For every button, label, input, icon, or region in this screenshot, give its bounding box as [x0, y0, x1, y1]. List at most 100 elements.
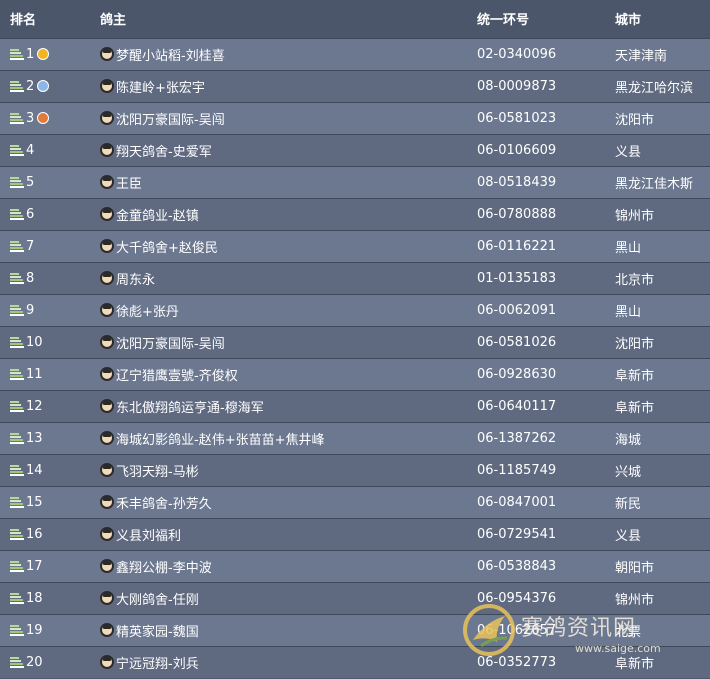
rank-bars-icon	[10, 432, 24, 444]
rank-cell: 18	[0, 582, 87, 614]
avatar-icon	[100, 335, 114, 349]
table-row: 19 精英家园-魏国 06-1062657 北票	[0, 614, 710, 646]
avatar-icon	[100, 431, 114, 445]
ring-cell: 01-0135183	[477, 270, 557, 286]
rank-value: 11	[26, 366, 43, 382]
rank-cell: 9	[0, 294, 87, 326]
rank-value: 14	[26, 462, 43, 478]
avatar-icon	[100, 207, 114, 221]
owner-cell: 海城幻影鸽业-赵伟+张苗苗+焦井峰	[87, 422, 475, 454]
city-cell: 黑龙江佳木斯	[615, 176, 694, 192]
rank-value: 3	[26, 110, 35, 126]
table-row: 14 飞羽天翔-马彬 06-1185749 兴城	[0, 454, 710, 486]
owner-cell: 大刚鸽舍-任刚	[87, 582, 475, 614]
table-row: 17 鑫翔公棚-李中波 06-0538843 朝阳市	[0, 550, 710, 582]
city-cell: 新民	[615, 496, 642, 512]
owner-name: 翔天鸽舍-史爱军	[116, 144, 212, 160]
city-cell: 义县	[615, 144, 642, 160]
city-cell: 黑山	[615, 240, 642, 256]
rank-bars-icon	[10, 336, 24, 348]
avatar-icon	[100, 271, 114, 285]
rank-cell: 16	[0, 518, 87, 550]
ring-cell: 06-0581023	[477, 110, 557, 126]
table-row: 15 禾丰鸽舍-孙芳久 06-0847001 新民	[0, 486, 710, 518]
ring-cell: 08-0009873	[477, 78, 557, 94]
owner-name: 沈阳万豪国际-吴闯	[116, 112, 225, 128]
rank-cell: 4	[0, 134, 87, 166]
table-row: 4 翔天鸽舍-史爱军 06-0106609 义县	[0, 134, 710, 166]
header-owner: 鸽主	[100, 13, 127, 29]
rank-cell: 6	[0, 198, 87, 230]
rank-value: 19	[26, 622, 43, 638]
ring-cell: 06-1185749	[477, 462, 557, 478]
avatar-icon	[100, 655, 114, 670]
rank-value: 10	[26, 334, 43, 350]
rank-bars-icon	[10, 48, 24, 60]
ring-cell: 06-0780888	[477, 206, 557, 222]
ranking-table: 排名 鸽主 统一环号 城市 1 梦醒小站稻-刘桂喜 02-0340096 天津津南 2 陈…	[0, 0, 710, 678]
owner-name: 大刚鸽舍-任刚	[116, 592, 199, 608]
table-row: 5 王臣 08-0518439 黑龙江佳木斯	[0, 166, 710, 198]
owner-cell: 金童鸽业-赵镇	[87, 198, 475, 230]
rank-cell: 3	[0, 102, 87, 134]
avatar-icon	[100, 527, 114, 541]
city-cell: 天津津南	[615, 48, 668, 64]
rank-bars-icon	[10, 80, 24, 92]
rank-value: 4	[26, 142, 35, 158]
owner-cell: 周东永	[87, 262, 475, 294]
owner-name: 义县刘福利	[116, 528, 182, 544]
owner-name: 宁远冠翔-刘兵	[116, 656, 199, 672]
table-row: 3 沈阳万豪国际-吴闯 06-0581023 沈阳市	[0, 102, 710, 134]
owner-cell: 飞羽天翔-马彬	[87, 454, 475, 486]
rank-value: 8	[26, 270, 35, 286]
rank-bars-icon	[10, 560, 24, 572]
avatar-icon	[100, 175, 114, 189]
owner-name: 禾丰鸽舍-孙芳久	[116, 496, 212, 512]
ring-cell: 06-0640117	[477, 398, 557, 414]
ring-cell: 06-0352773	[477, 654, 557, 670]
rank-bars-icon	[10, 400, 24, 412]
rank-value: 5	[26, 174, 35, 190]
avatar-icon	[100, 303, 114, 317]
owner-name: 徐彪+张丹	[116, 304, 179, 320]
rank-bars-icon	[10, 112, 24, 124]
table-row: 10 沈阳万豪国际-吴闯 06-0581026 沈阳市	[0, 326, 710, 358]
table-row: 11 辽宁猎鹰壹號-齐俊权 06-0928630 阜新市	[0, 358, 710, 390]
owner-cell: 义县刘福利	[87, 518, 475, 550]
avatar-icon	[100, 559, 114, 573]
gold-medal-icon	[37, 48, 50, 60]
rank-cell: 17	[0, 550, 87, 582]
ring-cell: 06-1387262	[477, 430, 557, 446]
silver-medal-icon	[37, 80, 50, 92]
rank-cell: 1	[0, 38, 87, 70]
rank-value: 9	[26, 302, 35, 318]
avatar-icon	[100, 47, 114, 61]
city-cell: 北票	[615, 624, 642, 640]
table-row: 2 陈建岭+张宏宇 08-0009873 黑龙江哈尔滨	[0, 70, 710, 102]
owner-cell: 沈阳万豪国际-吴闯	[87, 102, 475, 134]
ring-cell: 08-0518439	[477, 174, 557, 190]
rank-bars-icon	[10, 176, 24, 188]
ring-cell: 06-0847001	[477, 494, 557, 510]
rank-cell: 13	[0, 422, 87, 454]
avatar-icon	[100, 399, 114, 413]
ring-cell: 06-0928630	[477, 366, 557, 382]
owner-cell: 翔天鸽舍-史爱军	[87, 134, 475, 166]
rank-bars-icon	[10, 368, 24, 380]
rank-bars-icon	[10, 464, 24, 476]
avatar-icon	[100, 111, 114, 125]
owner-cell: 王臣	[87, 166, 475, 198]
avatar-icon	[100, 463, 114, 477]
header-ring: 统一环号	[477, 13, 530, 29]
rank-value: 17	[26, 558, 43, 574]
ring-cell: 06-0538843	[477, 558, 557, 574]
city-cell: 黑山	[615, 304, 642, 320]
owner-cell: 东北傲翔鸽运亨通-穆海军	[87, 390, 475, 422]
rank-bars-icon	[10, 656, 24, 669]
rank-cell: 8	[0, 262, 87, 294]
owner-name: 王臣	[116, 176, 143, 192]
city-cell: 义县	[615, 528, 642, 544]
owner-cell: 徐彪+张丹	[87, 294, 475, 326]
city-cell: 阜新市	[615, 656, 655, 672]
owner-name: 海城幻影鸽业-赵伟+张苗苗+焦井峰	[116, 432, 325, 448]
